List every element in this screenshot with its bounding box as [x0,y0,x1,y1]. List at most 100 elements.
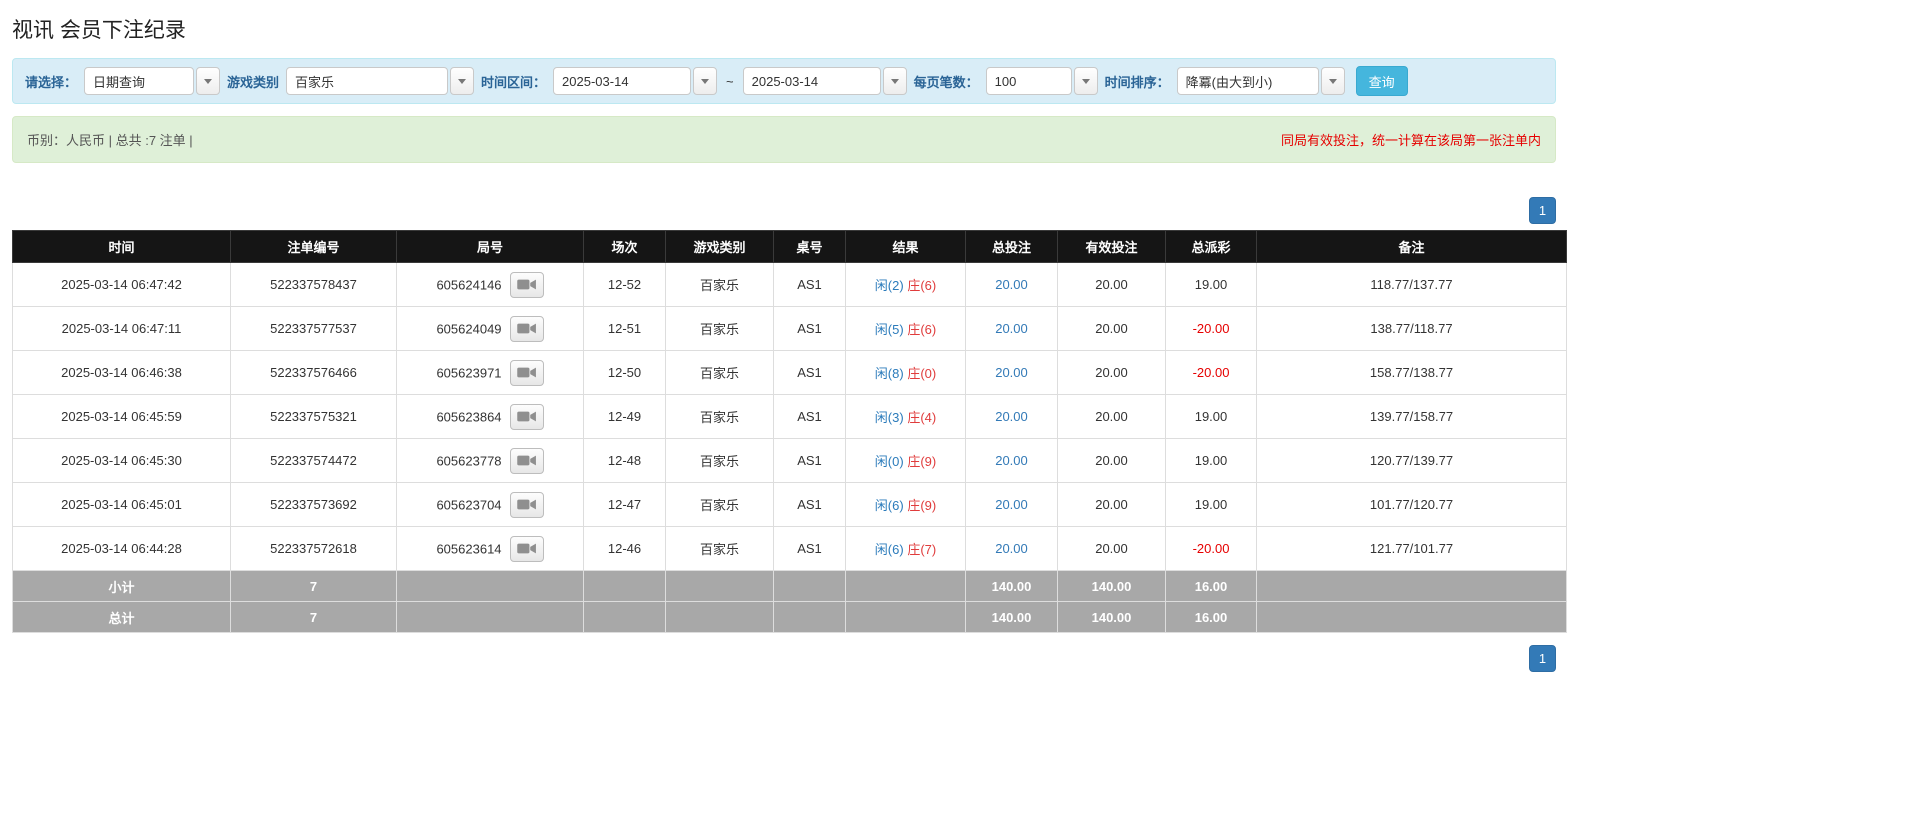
cell-time: 2025-03-14 06:47:42 [13,263,231,307]
cell-table-no: AS1 [774,527,846,571]
date-to-input[interactable] [743,67,881,95]
chevron-down-icon [204,79,212,84]
video-replay-button[interactable] [510,272,544,298]
cell-time: 2025-03-14 06:45:30 [13,439,231,483]
cell-table-no: AS1 [774,395,846,439]
query-type-input[interactable] [84,67,194,95]
cell-result: 闲(3) 庄(4) [846,395,966,439]
payout-value: -20.00 [1193,365,1230,380]
date-to-combo [743,67,907,95]
total-bet-link[interactable]: 20.00 [995,541,1028,556]
cell-round-id: 605623971 [397,351,584,395]
sort-input[interactable] [1177,67,1319,95]
subtotal-label: 小计 [13,571,231,602]
cell-round-id: 605623704 [397,483,584,527]
result-player: 闲(6) [875,498,904,513]
cell-total-bet: 20.00 [966,307,1058,351]
video-replay-button[interactable] [510,492,544,518]
payout-value: -20.00 [1193,541,1230,556]
cell-bet-id: 522337574472 [231,439,397,483]
video-replay-button[interactable] [510,316,544,342]
table-footer: 小计 7 140.00 140.00 16.00 总计 7 1 [13,571,1567,633]
total-bet-link[interactable]: 20.00 [995,277,1028,292]
total-bet-link[interactable]: 20.00 [995,497,1028,512]
page-1-button[interactable]: 1 [1529,645,1556,672]
page-size-input[interactable] [986,67,1072,95]
total-total-bet: 140.00 [966,602,1058,633]
cell-payout: -20.00 [1166,307,1257,351]
query-type-dropdown-button[interactable] [196,67,220,95]
cell-table-no: AS1 [774,439,846,483]
cell-payout: 19.00 [1166,263,1257,307]
cell-game-type: 百家乐 [666,527,774,571]
result-banker: 庄(7) [907,542,936,557]
date-from-input[interactable] [553,67,691,95]
game-type-input[interactable] [286,67,448,95]
result-player: 闲(0) [875,454,904,469]
result-banker: 庄(9) [907,454,936,469]
video-camera-icon [517,322,537,335]
cell-valid-bet: 20.00 [1058,307,1166,351]
cell-bet-id: 522337575321 [231,395,397,439]
cell-round-id: 605623614 [397,527,584,571]
subtotal-row: 小计 7 140.00 140.00 16.00 [13,571,1567,602]
page-size-dropdown-button[interactable] [1074,67,1098,95]
result-player: 闲(3) [875,410,904,425]
result-banker: 庄(6) [907,322,936,337]
chevron-down-icon [1082,79,1090,84]
cell-session: 12-46 [584,527,666,571]
total-bet-link[interactable]: 20.00 [995,453,1028,468]
summary-bar: 币别：人民币 | 总共 :7 注单 | 同局有效投注，统一计算在该局第一张注单内 [12,116,1556,163]
cell-table-no: AS1 [774,307,846,351]
cell-session: 12-51 [584,307,666,351]
video-replay-button[interactable] [510,448,544,474]
cell-remark: 118.77/137.77 [1257,263,1567,307]
cell-round-id: 605624146 [397,263,584,307]
page-size-label: 每页笔数： [914,72,979,91]
search-button[interactable]: 查询 [1356,66,1408,96]
cell-round-id: 605623864 [397,395,584,439]
page-container: 视讯 会员下注纪录 请选择： 游戏类别 时间区间： ~ 每页笔数： 时间排序： [0,0,1556,672]
video-replay-button[interactable] [510,360,544,386]
header-table-no: 桌号 [774,231,846,263]
sort-dropdown-button[interactable] [1321,67,1345,95]
cell-bet-id: 522337578437 [231,263,397,307]
cell-session: 12-49 [584,395,666,439]
cell-remark: 138.77/118.77 [1257,307,1567,351]
video-replay-button[interactable] [510,404,544,430]
subtotal-total-bet: 140.00 [966,571,1058,602]
video-replay-button[interactable] [510,536,544,562]
page-1-button[interactable]: 1 [1529,197,1556,224]
cell-remark: 101.77/120.77 [1257,483,1567,527]
cell-round-id: 605624049 [397,307,584,351]
cell-game-type: 百家乐 [666,307,774,351]
chevron-down-icon [458,79,466,84]
result-player: 闲(5) [875,322,904,337]
date-to-dropdown-button[interactable] [883,67,907,95]
total-bet-link[interactable]: 20.00 [995,321,1028,336]
game-type-label: 游戏类别 [227,72,279,91]
header-bet-id: 注单编号 [231,231,397,263]
result-player: 闲(6) [875,542,904,557]
cell-payout: 19.00 [1166,395,1257,439]
total-bet-link[interactable]: 20.00 [995,409,1028,424]
header-result: 结果 [846,231,966,263]
cell-total-bet: 20.00 [966,263,1058,307]
cell-result: 闲(0) 庄(9) [846,439,966,483]
sort-label: 时间排序： [1105,72,1170,91]
cell-valid-bet: 20.00 [1058,483,1166,527]
cell-valid-bet: 20.00 [1058,395,1166,439]
query-type-label: 请选择： [25,72,77,91]
subtotal-count: 7 [231,571,397,602]
header-total-bet: 总投注 [966,231,1058,263]
cell-table-no: AS1 [774,351,846,395]
total-bet-link[interactable]: 20.00 [995,365,1028,380]
cell-session: 12-50 [584,351,666,395]
payout-value: 19.00 [1195,453,1228,468]
date-from-dropdown-button[interactable] [693,67,717,95]
game-type-dropdown-button[interactable] [450,67,474,95]
cell-time: 2025-03-14 06:44:28 [13,527,231,571]
pagination-bottom: 1 [12,645,1556,672]
video-camera-icon [517,278,537,291]
query-type-combo [84,67,220,95]
